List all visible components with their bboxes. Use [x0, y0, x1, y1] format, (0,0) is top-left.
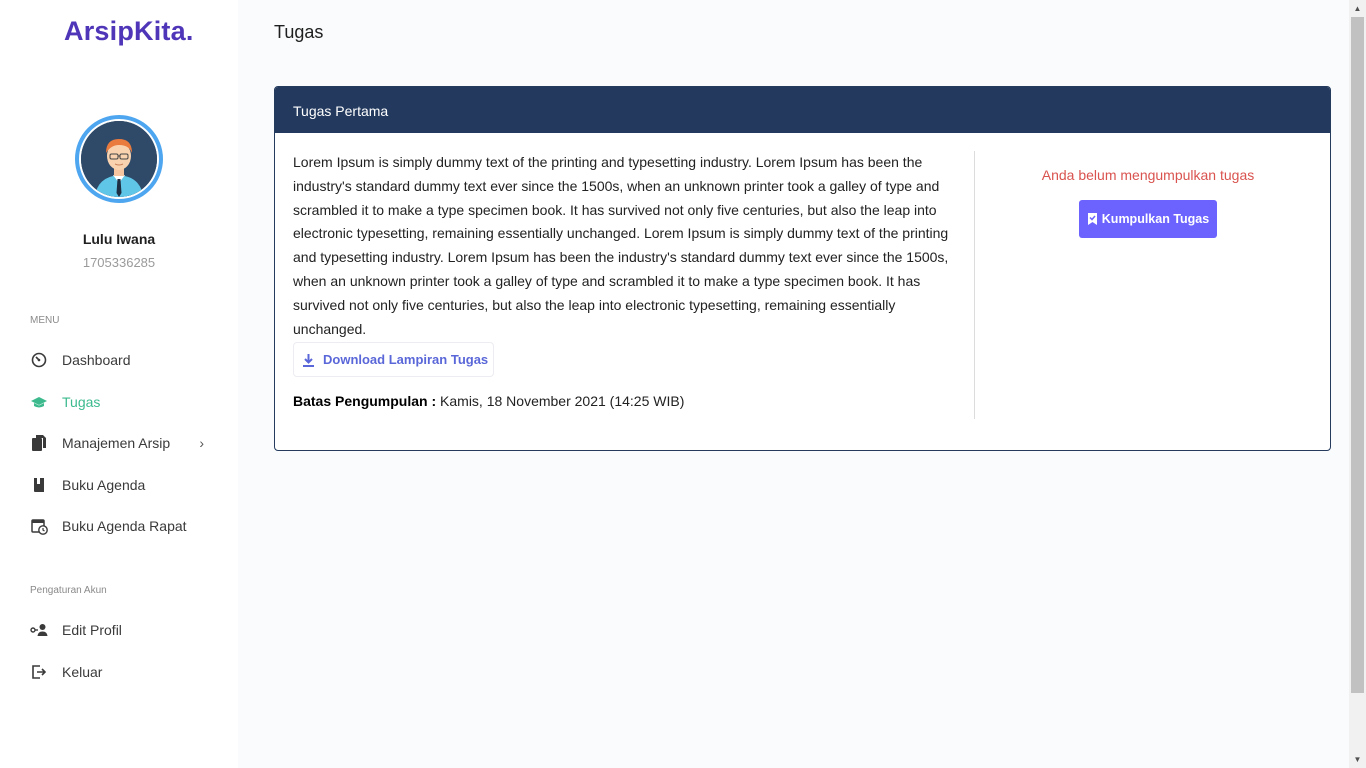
user-key-icon	[30, 621, 48, 639]
deadline-label: Batas Pengumpulan :	[293, 393, 437, 410]
calendar-clock-icon	[30, 517, 48, 535]
avatar-image	[81, 121, 157, 197]
sidebar-item-label: Dashboard	[62, 352, 131, 368]
menu-section-label: MENU	[30, 315, 60, 326]
deadline-value: Kamis, 18 November 2021 (14:25 WIB)	[440, 393, 685, 410]
sidebar: ArsipKita. Lulu Iwana 1705336285 MENU Da…	[0, 0, 238, 768]
download-icon	[302, 353, 315, 367]
app-logo[interactable]: ArsipKita.	[64, 16, 194, 47]
deadline: Batas Pengumpulan : Kamis, 18 November 2…	[293, 393, 958, 409]
sidebar-item-label: Edit Profil	[62, 622, 122, 638]
sidebar-item-manajemen-arsip[interactable]: Manajemen Arsip ›	[30, 431, 220, 455]
submission-status: Anda belum mengumpulkan tugas	[1041, 167, 1255, 183]
task-card: Tugas Pertama Lorem Ipsum is simply dumm…	[274, 86, 1331, 451]
account-section-label: Pengaturan Akun	[30, 585, 107, 596]
sidebar-item-label: Tugas	[62, 394, 101, 410]
page-title: Tugas	[274, 22, 324, 42]
sidebar-item-edit-profil[interactable]: Edit Profil	[30, 618, 220, 642]
chevron-right-icon: ›	[199, 435, 204, 451]
sidebar-item-buku-agenda[interactable]: Buku Agenda	[30, 473, 220, 497]
sidebar-item-dashboard[interactable]: Dashboard	[30, 348, 220, 372]
scroll-up-arrow-icon[interactable]: ▲	[1349, 0, 1366, 17]
page-scrollbar[interactable]: ▲ ▼	[1349, 0, 1366, 768]
download-attachment-button[interactable]: Download Lampiran Tugas	[293, 342, 495, 378]
sidebar-item-label: Buku Agenda	[62, 477, 146, 493]
sidebar-item-label: Buku Agenda Rapat	[62, 518, 187, 534]
task-title: Tugas Pertama	[275, 87, 1330, 133]
sidebar-item-buku-agenda-rapat[interactable]: Buku Agenda Rapat	[30, 514, 220, 538]
task-details: Lorem Ipsum is simply dummy text of the …	[293, 151, 958, 409]
user-name: Lulu Iwana	[82, 231, 156, 247]
bookmark-check-icon	[1087, 212, 1098, 226]
user-id: 1705336285	[82, 255, 156, 270]
graduation-cap-icon	[30, 393, 48, 411]
submit-label: Kumpulkan Tugas	[1101, 212, 1210, 226]
document-copy-icon	[30, 434, 48, 452]
scroll-thumb[interactable]	[1351, 17, 1364, 693]
logout-icon	[30, 663, 48, 681]
avatar	[75, 115, 163, 203]
submission-panel: Anda belum mengumpulkan tugas Kumpulkan …	[975, 167, 1321, 238]
submit-task-button[interactable]: Kumpulkan Tugas	[1078, 200, 1218, 238]
book-icon	[30, 476, 48, 494]
dashboard-icon	[30, 351, 48, 369]
task-description: Lorem Ipsum is simply dummy text of the …	[293, 154, 949, 337]
user-avatar-icon	[81, 121, 157, 197]
sidebar-item-label: Keluar	[62, 664, 103, 680]
sidebar-item-keluar[interactable]: Keluar	[30, 660, 220, 684]
sidebar-item-label: Manajemen Arsip	[62, 435, 171, 451]
sidebar-item-tugas[interactable]: Tugas	[30, 390, 220, 414]
scroll-down-arrow-icon[interactable]: ▼	[1349, 751, 1366, 768]
download-label: Download Lampiran Tugas	[323, 352, 489, 368]
